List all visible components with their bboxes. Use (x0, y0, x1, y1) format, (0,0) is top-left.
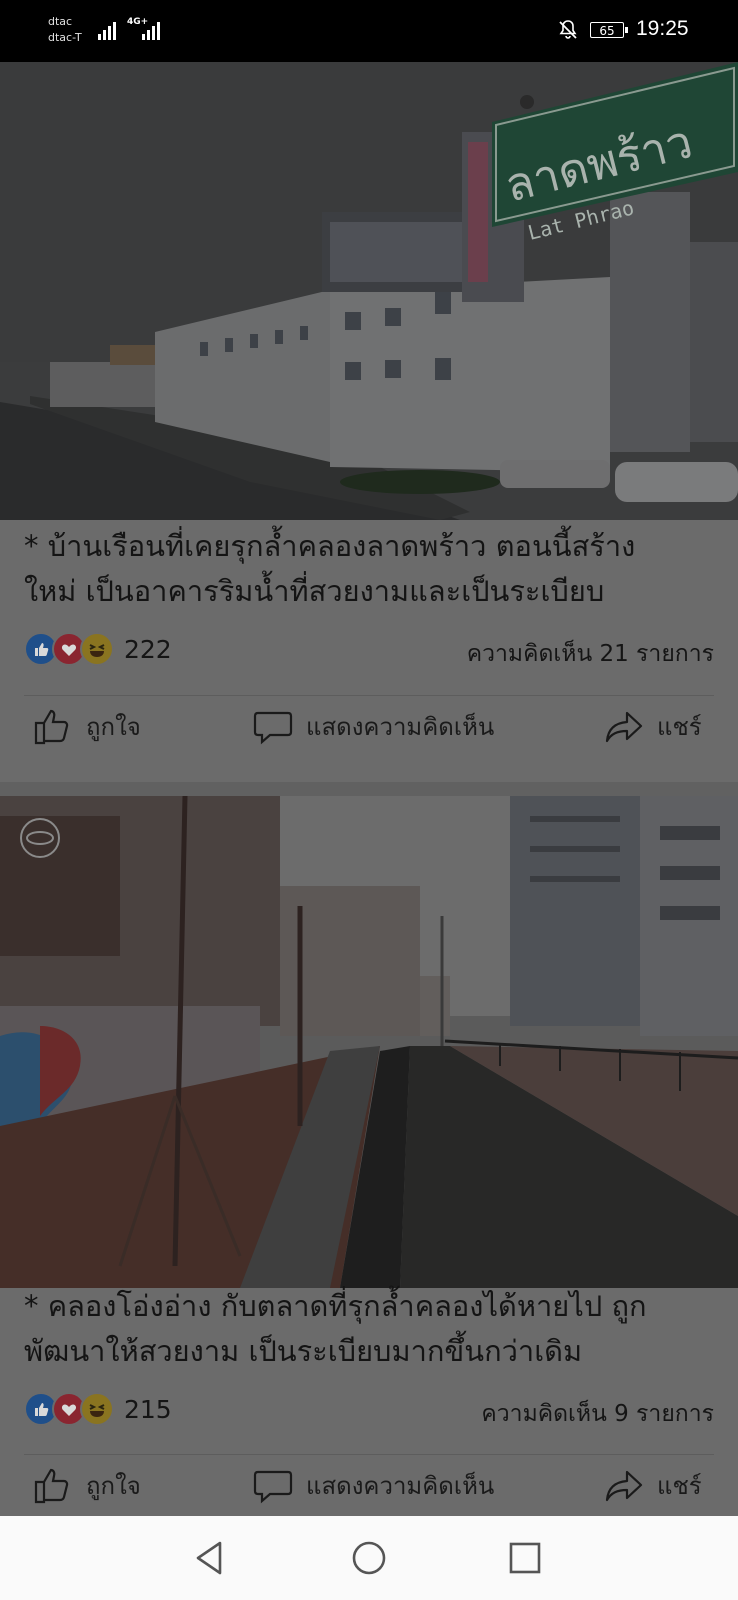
reaction-summary[interactable]: 215 (24, 1392, 172, 1426)
post-caption: * คลองโอ่งอ่าง กับตลาดที่รุกล้ำคลองได้หา… (24, 1284, 724, 1374)
comment-button[interactable]: แสดงความคิดเห็น (252, 705, 494, 747)
share-button[interactable]: แชร์ (603, 1464, 702, 1506)
post-photo-image: ลาดพร้าว Lat Phrao (0, 62, 738, 520)
like-label: ถูกใจ (86, 712, 141, 741)
like-button[interactable]: ถูกใจ (32, 1464, 141, 1506)
caption-line: * บ้านเรือนที่เคยรุกล้ำคลองลาดพร้าว ตอนน… (24, 529, 636, 563)
like-button[interactable]: ถูกใจ (32, 705, 141, 747)
comment-label: แสดงความคิดเห็น (306, 1471, 495, 1500)
comment-count[interactable]: ความคิดเห็น 9 รายการ (481, 1396, 714, 1432)
divider (24, 695, 714, 696)
battery-icon: 65 (590, 22, 628, 38)
carrier-2: dtac-T (48, 31, 82, 44)
carrier-info: dtac dtac-T (48, 14, 82, 46)
comment-count[interactable]: ความคิดเห็น 21 รายการ (467, 636, 714, 672)
haha-reaction-icon (80, 632, 114, 666)
post-photo[interactable] (0, 796, 738, 1288)
post-photo-image (0, 796, 738, 1288)
comment-icon (253, 711, 293, 745)
comment-button[interactable]: แสดงความคิดเห็น (252, 1464, 494, 1506)
share-icon (605, 711, 643, 743)
clock: 19:25 (636, 17, 689, 40)
360-view-icon[interactable] (18, 816, 62, 860)
bell-off-icon (559, 20, 577, 39)
post-caption: * บ้านเรือนที่เคยรุกล้ำคลองลาดพร้าว ตอนน… (24, 524, 724, 614)
reaction-count: 215 (124, 1394, 172, 1424)
back-icon[interactable] (190, 1538, 230, 1578)
share-label: แชร์ (657, 712, 702, 741)
comment-label: แสดงความคิดเห็น (306, 712, 495, 741)
comment-icon (253, 1470, 293, 1504)
caption-line: พัฒนาให้สวยงาม เป็นระเบียบมากขึ้นกว่าเดิ… (24, 1334, 583, 1368)
share-label: แชร์ (657, 1471, 702, 1500)
reaction-count: 222 (124, 634, 172, 664)
like-label: ถูกใจ (86, 1471, 141, 1500)
feed-post: * คลองโอ่งอ่าง กับตลาดที่รุกล้ำคลองได้หา… (0, 796, 738, 1516)
thumbs-up-icon (34, 1468, 69, 1504)
divider (24, 1454, 714, 1455)
reaction-summary[interactable]: 222 (24, 632, 172, 666)
carrier-1: dtac (48, 15, 73, 28)
haha-reaction-icon (80, 1392, 114, 1426)
recents-icon[interactable] (505, 1538, 545, 1578)
feed-post: ลาดพร้าว Lat Phrao * บ้านเรือนที่เคยรุกล… (0, 62, 738, 782)
system-nav-bar (0, 1516, 738, 1600)
news-feed[interactable]: ลาดพร้าว Lat Phrao * บ้านเรือนที่เคยรุกล… (0, 62, 738, 1516)
share-button[interactable]: แชร์ (603, 705, 702, 747)
home-icon[interactable] (349, 1538, 389, 1578)
caption-line: ใหม่ เป็นอาคารริมน้ำที่สวยงามและเป็นระเบ… (24, 574, 605, 608)
thumbs-up-icon (34, 709, 69, 745)
caption-line: * คลองโอ่งอ่าง กับตลาดที่รุกล้ำคลองได้หา… (24, 1289, 647, 1323)
share-icon (605, 1470, 643, 1502)
signal-icon (98, 20, 116, 40)
post-separator (0, 782, 738, 796)
signal-icon (142, 20, 160, 40)
post-photo[interactable]: ลาดพร้าว Lat Phrao (0, 62, 738, 520)
status-bar: dtac dtac-T 4G+ 65 19:25 (0, 0, 738, 62)
